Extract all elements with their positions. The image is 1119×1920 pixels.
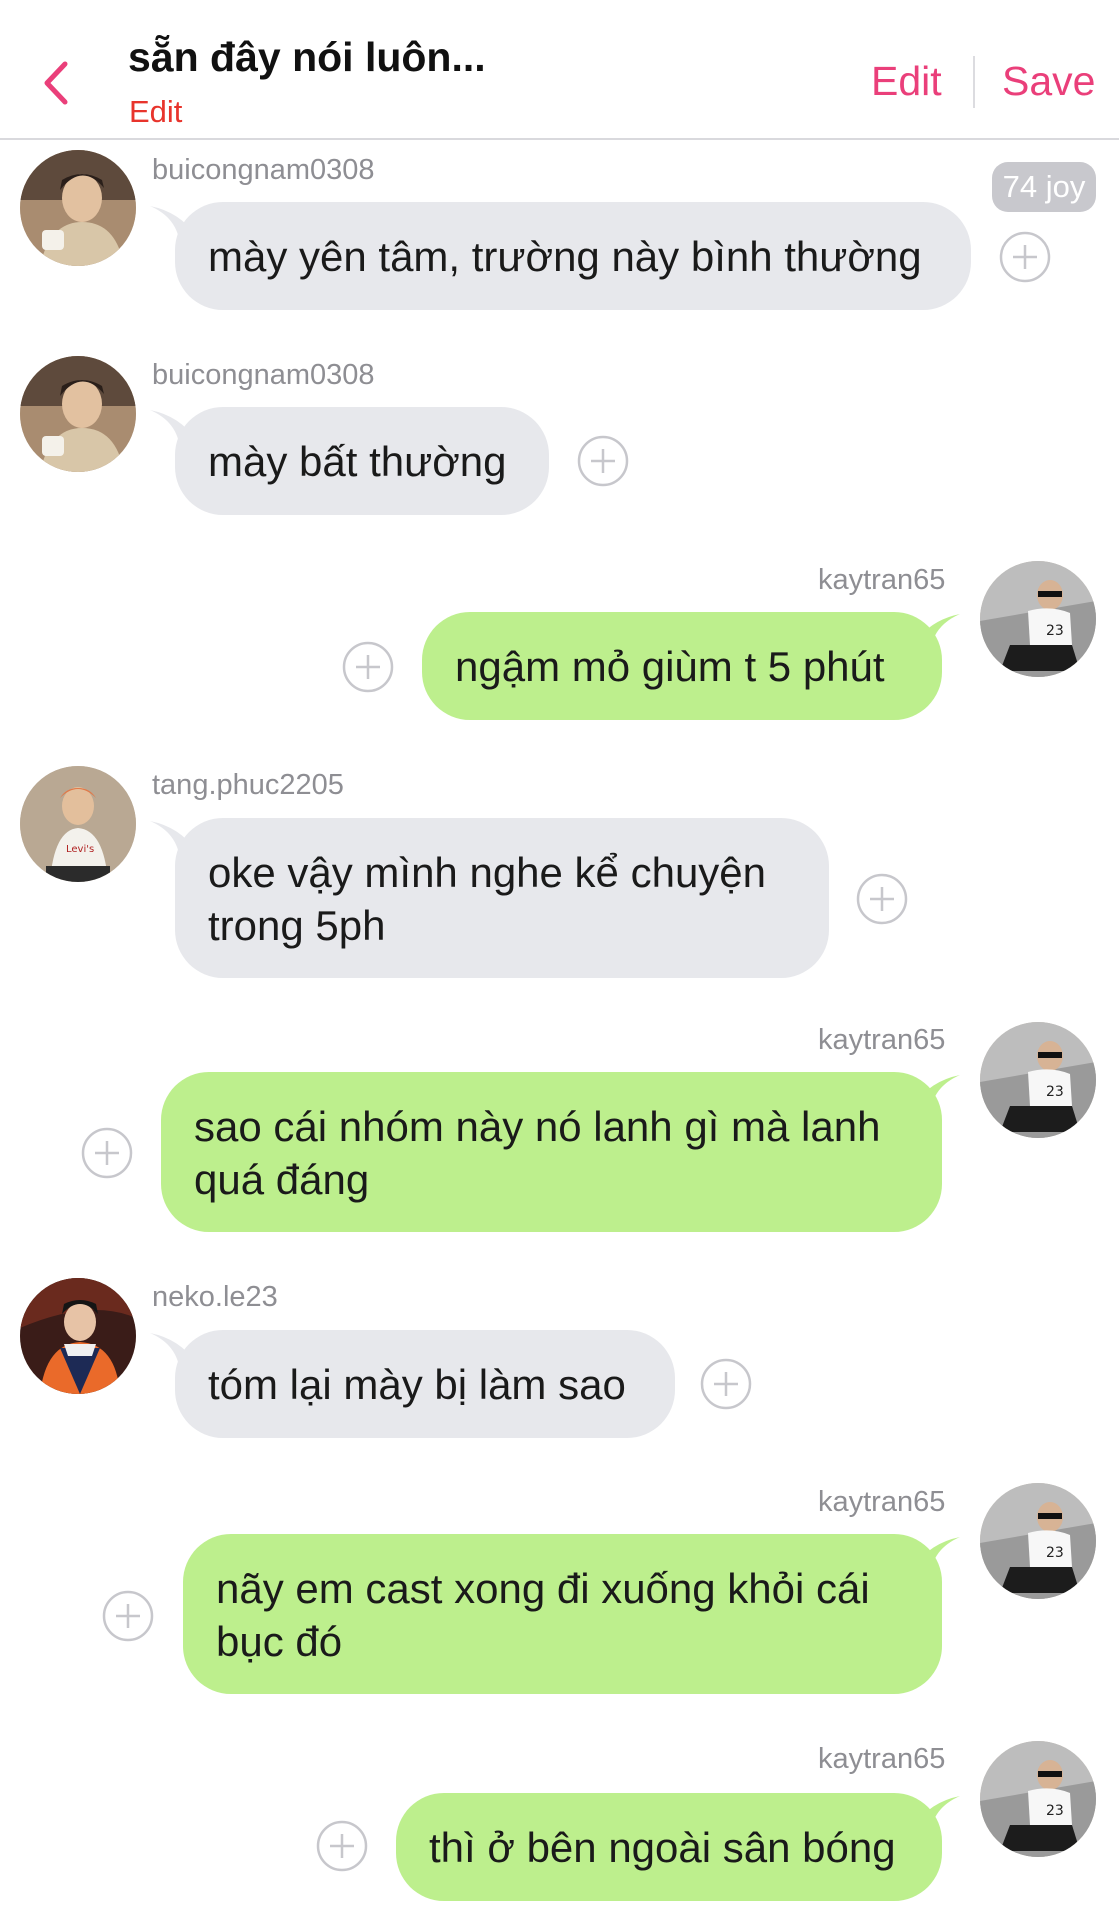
add-reaction-icon[interactable]: [998, 230, 1052, 284]
edit-button[interactable]: Edit: [871, 58, 942, 105]
profile-photo: 23: [980, 1022, 1096, 1138]
avatar[interactable]: [20, 1278, 136, 1394]
message-text-line: sao cái nhóm này nó lanh gì mà lanh: [194, 1103, 881, 1150]
username: neko.le23: [152, 1281, 278, 1313]
chevron-left-icon: [44, 61, 68, 105]
header-bar: sẵn đây nói luôn... Edit Edit Save: [0, 0, 1119, 140]
username: kaytran65: [818, 1024, 946, 1056]
avatar[interactable]: Levi's: [20, 766, 136, 882]
username: kaytran65: [818, 1486, 946, 1518]
username: kaytran65: [818, 564, 946, 596]
back-button[interactable]: [34, 56, 78, 110]
svg-text:Levi's: Levi's: [66, 844, 94, 855]
profile-photo: 23: [980, 1483, 1096, 1599]
svg-text:23: 23: [1046, 1084, 1064, 1100]
profile-photo: [20, 150, 136, 266]
profile-photo: [20, 356, 136, 472]
message-text-line: nãy em cast xong đi xuống khỏi cái: [216, 1565, 870, 1612]
message-text: thì ở bên ngoài sân bóng: [429, 1824, 896, 1871]
message-bubble[interactable]: tóm lại mày bị làm sao: [175, 1330, 675, 1438]
message-bubble[interactable]: nãy em cast xong đi xuống khỏi cái bục đ…: [183, 1534, 942, 1694]
message-text-line: bục đó: [216, 1618, 343, 1665]
add-reaction-icon[interactable]: [855, 872, 909, 926]
add-reaction-icon[interactable]: [315, 1819, 369, 1873]
message-text-line: trong 5ph: [208, 902, 386, 949]
add-reaction-icon[interactable]: [341, 640, 395, 694]
avatar[interactable]: 23: [980, 1022, 1096, 1138]
message-bubble[interactable]: mày yên tâm, trường này bình thường: [175, 202, 971, 310]
add-reaction-icon[interactable]: [576, 434, 630, 488]
add-reaction-icon[interactable]: [699, 1357, 753, 1411]
avatar[interactable]: 23: [980, 561, 1096, 677]
add-reaction-icon[interactable]: [80, 1126, 134, 1180]
svg-text:23: 23: [1046, 1803, 1064, 1819]
username: kaytran65: [818, 1743, 946, 1775]
svg-text:23: 23: [1046, 623, 1064, 639]
profile-photo: 23: [980, 561, 1096, 677]
chat-title: sẵn đây nói luôn...: [128, 34, 486, 80]
avatar[interactable]: [20, 150, 136, 266]
save-button[interactable]: Save: [1002, 58, 1095, 105]
username: buicongnam0308: [152, 359, 375, 391]
profile-photo: [20, 1278, 136, 1394]
message-bubble[interactable]: thì ở bên ngoài sân bóng: [396, 1793, 942, 1901]
message-bubble[interactable]: mày bất thường: [175, 407, 549, 515]
message-bubble[interactable]: sao cái nhóm này nó lanh gì mà lanh quá …: [161, 1072, 942, 1232]
subtitle-edit-label[interactable]: Edit: [129, 94, 182, 130]
profile-photo: 23: [980, 1741, 1096, 1857]
message-text: mày yên tâm, trường này bình thường: [208, 233, 922, 280]
profile-photo: Levi's: [20, 766, 136, 882]
svg-text:23: 23: [1046, 1545, 1064, 1561]
avatar[interactable]: 23: [980, 1741, 1096, 1857]
message-bubble[interactable]: oke vậy mình nghe kể chuyện trong 5ph: [175, 818, 829, 978]
username: tang.phuc2205: [152, 769, 344, 801]
message-text: tóm lại mày bị làm sao: [208, 1361, 626, 1408]
avatar[interactable]: [20, 356, 136, 472]
message-text: mày bất thường: [208, 438, 507, 485]
message-text: ngậm mỏ giùm t 5 phút: [455, 643, 885, 690]
message-bubble[interactable]: ngậm mỏ giùm t 5 phút: [422, 612, 942, 720]
message-text-line: oke vậy mình nghe kể chuyện: [208, 849, 767, 896]
message-text-line: quá đáng: [194, 1156, 370, 1203]
joy-count-badge[interactable]: 74 joy: [992, 162, 1096, 212]
header-divider: [973, 56, 975, 108]
username: buicongnam0308: [152, 154, 375, 186]
avatar[interactable]: 23: [980, 1483, 1096, 1599]
chat-screen: sẵn đây nói luôn... Edit Edit Save buico…: [0, 0, 1119, 1920]
add-reaction-icon[interactable]: [101, 1589, 155, 1643]
